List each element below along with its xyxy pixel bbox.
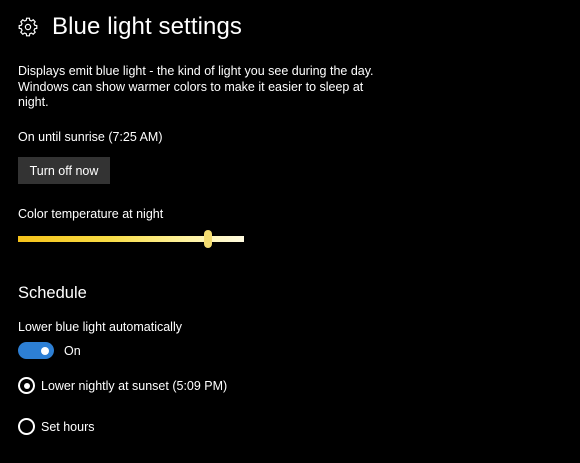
page-header: Blue light settings xyxy=(18,10,242,44)
page-title: Blue light settings xyxy=(52,13,243,40)
status-text: On until sunrise (7:25 AM) xyxy=(18,130,163,144)
toggle-state-label: On xyxy=(64,343,81,358)
toggle-knob xyxy=(41,346,49,355)
color-temperature-slider[interactable] xyxy=(18,227,244,251)
gear-icon xyxy=(18,17,38,37)
radio-label-sunset: Lower nightly at sunset (5:09 PM) xyxy=(41,378,228,393)
radio-option-set-hours[interactable]: Set hours xyxy=(18,418,95,435)
radio-button-sunset[interactable] xyxy=(18,377,35,394)
auto-schedule-toggle-row: On xyxy=(18,342,81,359)
radio-selected-dot xyxy=(23,382,30,389)
auto-schedule-toggle[interactable] xyxy=(18,342,54,359)
slider-thumb[interactable] xyxy=(203,230,212,248)
description-text: Displays emit blue light - the kind of l… xyxy=(18,64,374,109)
turn-off-now-button[interactable]: Turn off now xyxy=(18,157,110,184)
radio-option-sunset[interactable]: Lower nightly at sunset (5:09 PM) xyxy=(18,377,227,394)
auto-schedule-label: Lower blue light automatically xyxy=(18,320,182,334)
radio-button-set-hours[interactable] xyxy=(18,418,35,435)
schedule-heading: Schedule xyxy=(18,284,87,302)
color-temperature-label: Color temperature at night xyxy=(18,207,164,221)
radio-label-set-hours: Set hours xyxy=(41,419,95,434)
